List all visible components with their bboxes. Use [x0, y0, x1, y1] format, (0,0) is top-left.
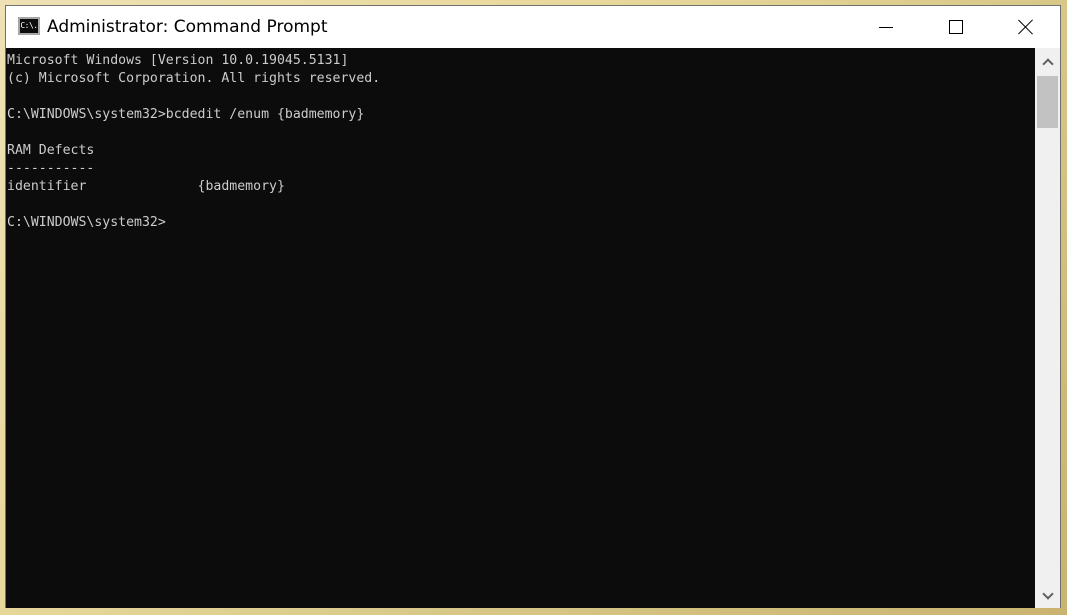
scroll-down-button[interactable] [1035, 584, 1060, 608]
command-prompt-window: C:\. Administrator: Command Prompt Micro… [5, 5, 1061, 608]
close-button[interactable] [1003, 6, 1049, 48]
scroll-up-button[interactable] [1035, 50, 1060, 74]
window-title: Administrator: Command Prompt [47, 17, 328, 37]
minimize-button[interactable] [863, 6, 909, 48]
command-prompt-line[interactable]: C:\WINDOWS\system32> [7, 214, 1035, 232]
minimize-icon [879, 26, 893, 28]
scroll-thumb[interactable] [1037, 76, 1058, 128]
console-line: RAM Defects [7, 143, 95, 158]
title-bar[interactable]: C:\. Administrator: Command Prompt [6, 6, 1060, 48]
console-line: C:\WINDOWS\system32>bcdedit /enum {badme… [7, 107, 365, 122]
console-output[interactable]: Microsoft Windows [Version 10.0.19045.51… [6, 48, 1035, 608]
maximize-icon [949, 20, 963, 34]
chevron-down-icon [1041, 588, 1054, 600]
vertical-scrollbar[interactable] [1035, 48, 1060, 608]
console-line: (c) Microsoft Corporation. All rights re… [7, 71, 381, 86]
chevron-up-icon [1041, 58, 1054, 70]
app-icon-label: C:\. [20, 21, 38, 30]
command-prompt-icon[interactable]: C:\. [18, 17, 40, 35]
console-line: Microsoft Windows [Version 10.0.19045.51… [7, 53, 349, 68]
console-line: ----------- [7, 161, 95, 176]
close-icon [1018, 19, 1034, 35]
maximize-button[interactable] [933, 6, 979, 48]
console-line: identifier {badmemory} [7, 179, 285, 194]
